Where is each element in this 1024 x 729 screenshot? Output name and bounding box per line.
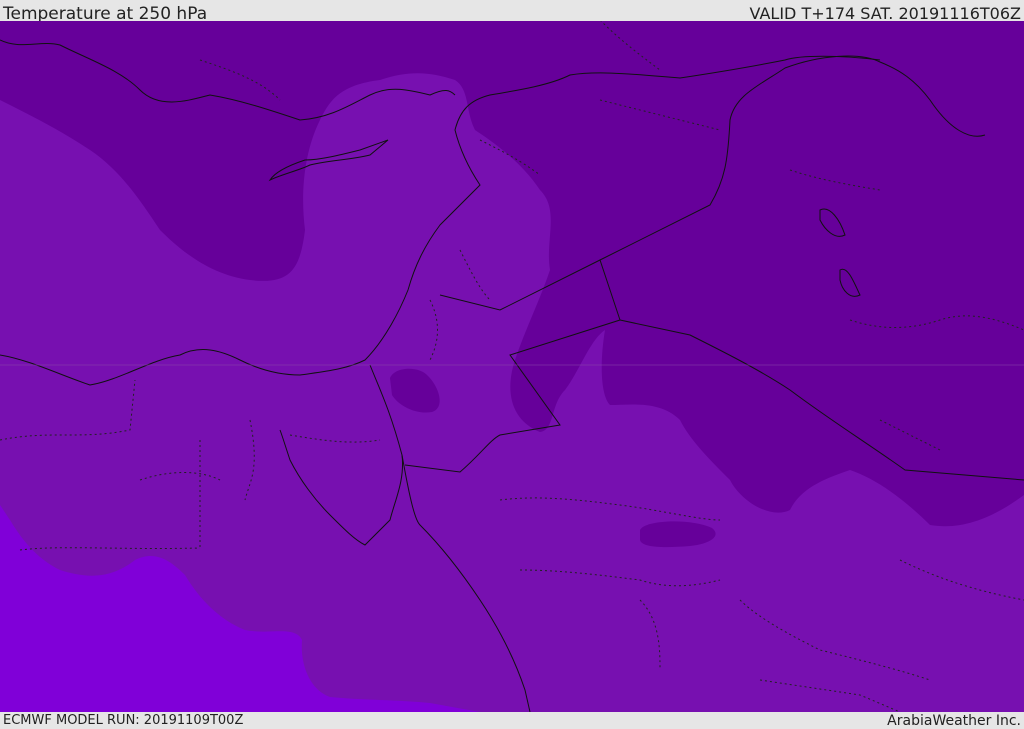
model-run-label: ECMWF MODEL RUN: 20191109T00Z xyxy=(3,713,244,728)
temperature-map-svg xyxy=(0,21,1024,712)
credit-label: ArabiaWeather Inc. xyxy=(887,713,1021,729)
weather-map-page: Temperature at 250 hPa VALID T+174 SAT. … xyxy=(0,0,1024,729)
map-canvas[interactable] xyxy=(0,21,1024,712)
footer-bar: ECMWF MODEL RUN: 20191109T00Z ArabiaWeat… xyxy=(0,712,1024,729)
header-bar: Temperature at 250 hPa VALID T+174 SAT. … xyxy=(0,0,1024,24)
